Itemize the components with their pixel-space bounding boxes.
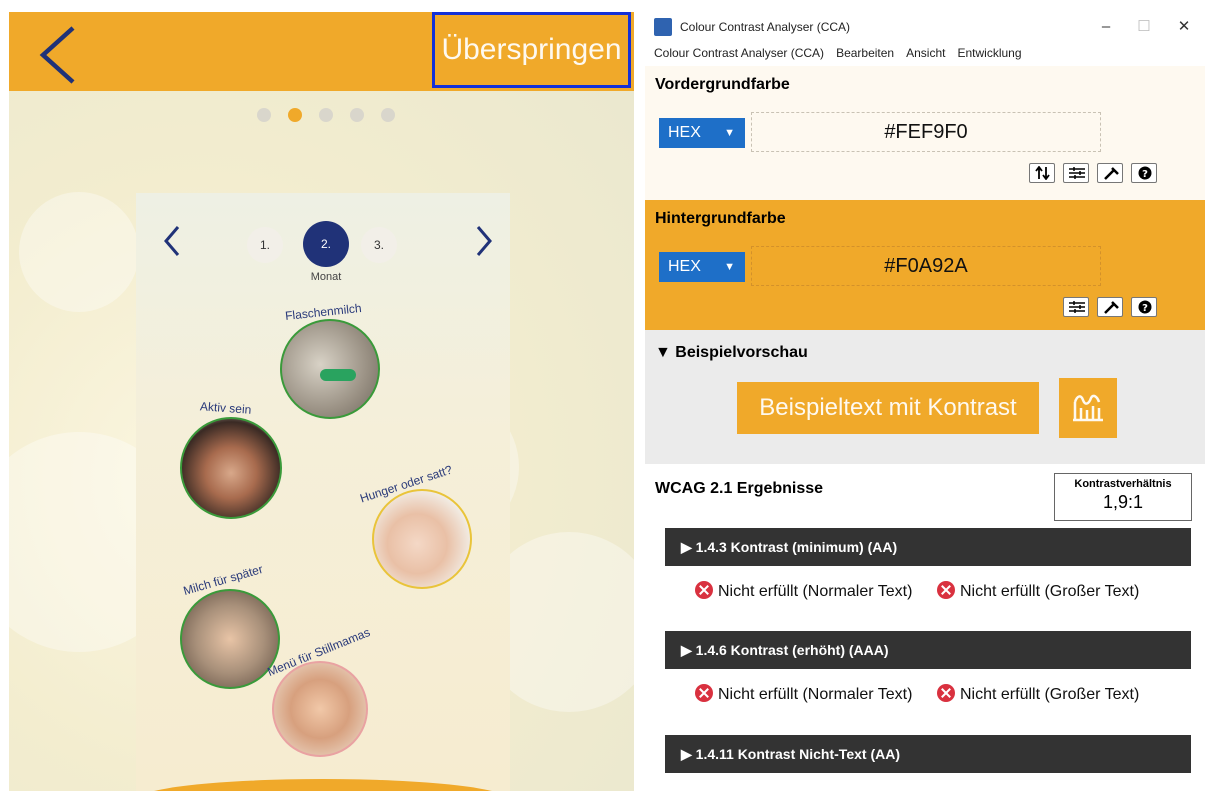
results-title: WCAG 2.1 Ergebnisse — [655, 480, 824, 497]
previous-month-button[interactable] — [158, 221, 188, 261]
pagination-dots — [257, 108, 395, 122]
background-help-button[interactable]: ? — [1131, 297, 1157, 317]
result-label: Nicht erfüllt (Normaler Text) — [718, 686, 913, 703]
month-3-button[interactable]: 3. — [361, 227, 397, 263]
month-card: 1. 2. 3. Monat Flaschenmilch Aktiv sein — [136, 193, 510, 791]
menu-entwicklung[interactable]: Entwicklung — [957, 42, 1021, 66]
page-dot[interactable] — [257, 108, 271, 122]
result-large-text: Nicht erfüllt (Großer Text) — [937, 581, 1199, 601]
fail-icon — [937, 581, 955, 599]
foreground-format-value: HEX — [668, 124, 701, 141]
chevron-right-icon — [476, 226, 492, 256]
contrast-ratio-value: 1,9:1 — [1102, 492, 1144, 512]
results-section: WCAG 2.1 Ergebnisse Kontrastverhältnis 1… — [645, 464, 1205, 776]
chevron-left-icon — [39, 26, 75, 84]
photo-mother-eating — [272, 661, 368, 757]
background-title: Hintergrundfarbe — [655, 210, 786, 227]
svg-text:?: ? — [1142, 303, 1148, 314]
foreground-format-select[interactable]: HEX ▼ — [659, 118, 745, 148]
background-format-select[interactable]: HEX ▼ — [659, 252, 745, 282]
swap-colors-button[interactable] — [1029, 163, 1055, 183]
app-header: Überspringen — [9, 12, 634, 91]
swap-arrows-icon — [1035, 166, 1050, 180]
cca-app-icon — [654, 18, 672, 36]
foreground-title: Vordergrundfarbe — [655, 76, 790, 93]
mobile-app: Überspringen 1. 2. 3. Monat Flaschenmilc… — [9, 12, 634, 791]
bokeh-light — [19, 192, 139, 312]
foreground-section: Vordergrundfarbe HEX ▼ #FEF9F0 ? — [645, 66, 1205, 200]
help-icon: ? — [1138, 166, 1152, 180]
result-normal-text: Nicht erfüllt (Normaler Text) — [695, 581, 935, 601]
photo-baby — [372, 489, 472, 589]
foreground-sliders-button[interactable] — [1063, 163, 1089, 183]
menu-ansicht[interactable]: Ansicht — [906, 42, 945, 66]
chevron-down-icon: ▼ — [724, 127, 735, 139]
background-picker-button[interactable] — [1097, 297, 1123, 317]
chart-icon — [1073, 394, 1103, 422]
fail-icon — [937, 684, 955, 702]
close-button[interactable]: ✕ — [1173, 16, 1195, 38]
month-1-button[interactable]: 1. — [247, 227, 283, 263]
eyedropper-icon — [1104, 301, 1119, 314]
back-button[interactable] — [33, 24, 83, 86]
page-dot[interactable] — [350, 108, 364, 122]
window-title: Colour Contrast Analyser (CCA) — [680, 20, 851, 34]
foreground-hex-input[interactable]: #FEF9F0 — [751, 112, 1101, 152]
preview-section: ▼ Beispielvorschau Beispieltext mit Kont… — [645, 330, 1205, 464]
background-hex-input[interactable]: #F0A92A — [751, 246, 1101, 286]
result-normal-text: Nicht erfüllt (Normaler Text) — [695, 684, 935, 704]
chevron-down-icon: ▼ — [724, 261, 735, 273]
result-label: Nicht erfüllt (Großer Text) — [960, 686, 1140, 703]
chevron-left-icon — [164, 226, 180, 256]
chart-sample-button[interactable] — [1059, 378, 1117, 438]
foreground-help-button[interactable]: ? — [1131, 163, 1157, 183]
svg-text:?: ? — [1142, 169, 1148, 180]
background-section: Hintergrundfarbe HEX ▼ #F0A92A ? — [645, 200, 1205, 330]
topic-label: Aktiv sein — [199, 399, 252, 417]
background-sliders-button[interactable] — [1063, 297, 1089, 317]
skip-button[interactable]: Überspringen — [432, 12, 631, 88]
background-format-value: HEX — [668, 258, 701, 275]
topic-hunger-oder-satt[interactable]: Hunger oder satt? — [354, 463, 494, 593]
eyedropper-icon — [1104, 167, 1119, 180]
sliders-icon — [1069, 301, 1085, 313]
scoop-shape — [320, 369, 356, 381]
contrast-ratio-box: Kontrastverhältnis 1,9:1 — [1054, 473, 1192, 521]
result-large-text: Nicht erfüllt (Großer Text) — [937, 684, 1199, 704]
month-caption: Monat — [310, 271, 342, 283]
criterion-1-4-3[interactable]: ▶ 1.4.3 Kontrast (minimum) (AA) — [665, 528, 1191, 566]
cca-window: Colour Contrast Analyser (CCA) – ☐ ✕ Col… — [645, 12, 1205, 776]
page-dot[interactable] — [381, 108, 395, 122]
preview-toggle[interactable]: ▼ Beispielvorschau — [655, 344, 808, 362]
photo-active-woman — [180, 417, 282, 519]
fail-icon — [695, 684, 713, 702]
result-label: Nicht erfüllt (Normaler Text) — [718, 583, 913, 600]
topic-menue-fuer-stillmamas[interactable]: Menü für Stillmamas — [262, 623, 402, 763]
contrast-ratio-label: Kontrastverhältnis — [1074, 478, 1172, 490]
month-2-button[interactable]: 2. — [303, 221, 349, 267]
criterion-1-4-6[interactable]: ▶ 1.4.6 Kontrast (erhöht) (AAA) — [665, 631, 1191, 669]
card-footer-arc — [136, 779, 510, 791]
menu-bearbeiten[interactable]: Bearbeiten — [836, 42, 894, 66]
maximize-button[interactable]: ☐ — [1133, 16, 1155, 38]
screen: Überspringen 1. 2. 3. Monat Flaschenmilc… — [0, 0, 1215, 791]
menu-app[interactable]: Colour Contrast Analyser (CCA) — [654, 42, 824, 66]
fail-icon — [695, 581, 713, 599]
window-titlebar: Colour Contrast Analyser (CCA) – ☐ ✕ — [645, 12, 1205, 42]
page-dot[interactable] — [319, 108, 333, 122]
result-label: Nicht erfüllt (Großer Text) — [960, 583, 1140, 600]
foreground-picker-button[interactable] — [1097, 163, 1123, 183]
sliders-icon — [1069, 167, 1085, 179]
menu-bar: Colour Contrast Analyser (CCA) Bearbeite… — [645, 42, 1205, 66]
sample-text: Beispieltext mit Kontrast — [737, 382, 1039, 434]
page-dot-active[interactable] — [288, 108, 302, 122]
criterion-1-4-11[interactable]: ▶ 1.4.11 Kontrast Nicht-Text (AA) — [665, 735, 1191, 773]
next-month-button[interactable] — [468, 221, 498, 261]
topic-aktiv-sein[interactable]: Aktiv sein — [180, 399, 300, 521]
minimize-button[interactable]: – — [1095, 16, 1117, 38]
help-icon: ? — [1138, 300, 1152, 314]
